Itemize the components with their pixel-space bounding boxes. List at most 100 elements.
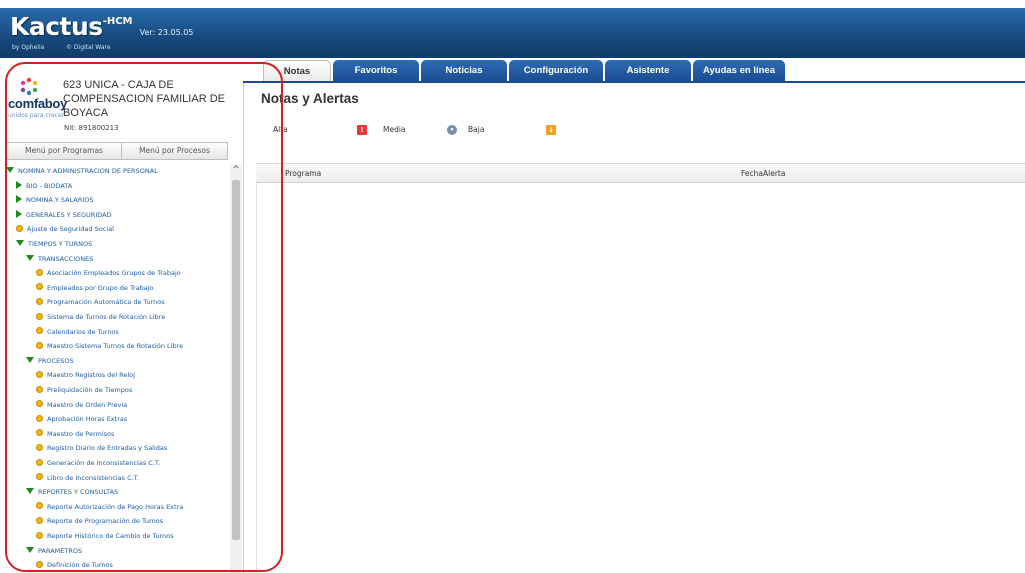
menu-tree: NOMINA Y ADMINISTRACION DE PERSONAL BIO -… [2,164,230,573]
tree-item[interactable]: PARAMETROS [26,544,82,558]
tree-item[interactable]: Calendarios de Turnos [36,325,119,339]
tree-item-label: Preliquidación de Tiempos [47,386,133,394]
left-panel: comfaboy unidos para crecer 623 UNICA - … [2,62,242,573]
tree-item[interactable]: Preliquidación de Tiempos [36,383,132,397]
tree-item[interactable]: Maestro Sistema Turnos de Rotación Libre [36,339,183,353]
tree-item[interactable]: Maestro de Orden Previa [36,398,127,412]
priority-medium-label: Media [383,125,406,134]
program-dot-icon [36,385,43,393]
tree-item[interactable]: Maestro de Permisos [36,427,114,441]
tree-item-label: NOMINA Y ADMINISTRACION DE PERSONAL [18,167,158,175]
tab-favoritos[interactable]: Favoritos [333,60,419,82]
tree-item-label: Maestro de Orden Previa [47,400,128,409]
tree-item-label: Ajuste de Seguridad Social [27,225,114,234]
page-title: Notas y Alertas [261,91,359,106]
tree-item[interactable]: TIEMPOS Y TURNOS [16,237,92,251]
tree-item[interactable]: Reporte de Programación de Turnos [36,514,163,528]
tab-bar: Notas Favoritos Noticias Configuración A… [243,60,1025,82]
tree-item-label: TRANSACCIONES [38,254,94,263]
tree-item[interactable]: Registro Diario de Entradas y Salidas [36,441,167,455]
tree-item[interactable]: NOMINA Y ADMINISTRACION DE PERSONAL [6,164,158,178]
expanded-arrow-icon [26,356,34,363]
tree-item-label: Libro de Inconsistencias C.T. [47,473,139,482]
tree-item[interactable]: Ajuste de Seguridad Social [16,222,114,236]
scroll-up-icon[interactable]: ^ [230,164,242,176]
comfaboy-mark-icon [20,77,38,96]
program-dot-icon [36,341,43,349]
priority-low-icon: ↓ [546,125,556,135]
alerts-table-header: Programa FechaAlerta [256,163,1025,183]
collapsed-arrow-icon [16,195,22,204]
expanded-arrow-icon [6,167,14,173]
tree-scrollbar[interactable]: ^ [230,164,242,573]
tab-asistente[interactable]: Asistente [605,60,691,82]
tree-item-label: Registro Diario de Entradas y Salidas [47,444,168,453]
program-dot-icon [36,370,43,378]
tree-item-label: Reporte de Programación de Turnos [47,517,164,526]
program-dot-icon [36,516,43,524]
program-dot-icon [36,414,43,422]
tree-item[interactable]: Aprobación Horas Extras [36,412,127,426]
tree-item-label: Reporte Autorización de Pago Horas Extra [47,502,184,511]
org-logo-tagline: unidos para crecer [8,112,65,119]
program-dot-icon [36,297,43,305]
tab-ayudas-en-linea[interactable]: Ayudas en línea [693,60,785,82]
tab-noticias[interactable]: Noticias [421,60,507,82]
tree-item[interactable]: REPORTES Y CONSULTAS [26,485,118,499]
tree-item[interactable]: PROCESOS [26,354,74,368]
collapsed-arrow-icon [16,209,22,218]
expanded-arrow-icon [26,488,34,495]
tree-item[interactable]: GENERALES Y SEGURIDAD [16,208,112,222]
column-programa[interactable]: Programa [285,169,321,178]
tree-item[interactable]: Empleados por Grupo de Trabajo [36,281,154,295]
tree-item-label: GENERALES Y SEGURIDAD [26,210,112,219]
app-window: Kactus-HCM Ver: 23.05.05 by Ophelia © Di… [0,0,1025,573]
tree-item[interactable]: Sistema de Turnos de Rotación Libre [36,310,165,324]
menu-mode-switch: Menú por Programas Menú por Procesos [6,142,228,160]
program-dot-icon [36,312,43,320]
tree-item[interactable]: NOMINA Y SALARIOS [16,193,94,207]
tree-item[interactable]: Libro de Inconsistencias C.T. [36,471,139,485]
menu-by-programs-button[interactable]: Menú por Programas [6,142,122,160]
org-logo-word: comfaboy [8,96,68,111]
priority-low-label: Baja [468,125,485,134]
organization-name: 623 UNICA - CAJA DE COMPENSACION FAMILIA… [63,79,225,119]
expanded-arrow-icon [16,240,24,246]
tree-item-label: NOMINA Y SALARIOS [26,196,94,205]
priority-high-icon: ! [357,125,367,135]
tree-item[interactable]: Reporte Histórico de Cambio de Turnos [36,529,174,543]
priority-high-label: Alta [273,125,288,134]
collapsed-arrow-icon [16,180,22,189]
tree-item-label: Aprobación Horas Extras [47,415,128,424]
program-dot-icon [36,283,43,291]
brand-name: Kactus [10,12,103,41]
expanded-arrow-icon [26,254,34,261]
brand-suffix: -HCM [102,16,133,27]
tree-item-label: Maestro Registros del Reloj [47,371,135,380]
program-dot-icon [36,458,43,466]
tree-item-label: PARAMETROS [38,546,83,555]
organization-nit: Nit: 891800213 [64,124,119,132]
scroll-thumb[interactable] [232,180,240,540]
tab-notas[interactable]: Notas [263,60,331,82]
column-fecha-alerta[interactable]: FechaAlerta [741,169,785,178]
tab-configuracion[interactable]: Configuración [509,60,603,82]
menu-by-processes-button[interactable]: Menú por Procesos [121,142,228,160]
tree-item-label: REPORTES Y CONSULTAS [38,488,119,497]
tree-item[interactable]: Asociación Empleados Grupos de Trabajo [36,266,181,280]
tree-item-label: TIEMPOS Y TURNOS [28,240,93,248]
tree-item[interactable]: Maestro Registros del Reloj [36,368,135,382]
tree-item[interactable]: Definición de Turnos [36,558,113,572]
program-dot-icon [36,443,43,451]
tree-item-label: Programación Automática de Turnos [47,298,165,307]
tree-item-label: BIO - BIODATA [26,181,73,190]
tree-item[interactable]: Programación Automática de Turnos [36,295,165,309]
program-dot-icon [36,502,43,510]
version-label: Ver: 23.05.05 [139,28,194,37]
tree-item-label: Reporte Histórico de Cambio de Turnos [47,532,174,540]
tree-item-label: Calendarios de Turnos [47,327,119,336]
tree-item[interactable]: TRANSACCIONES [26,252,93,266]
tree-item[interactable]: Reporte Autorización de Pago Horas Extra [36,500,183,514]
tree-item[interactable]: Generación de Inconsistencias C.T. [36,456,160,470]
tree-item[interactable]: BIO - BIODATA [16,179,72,193]
